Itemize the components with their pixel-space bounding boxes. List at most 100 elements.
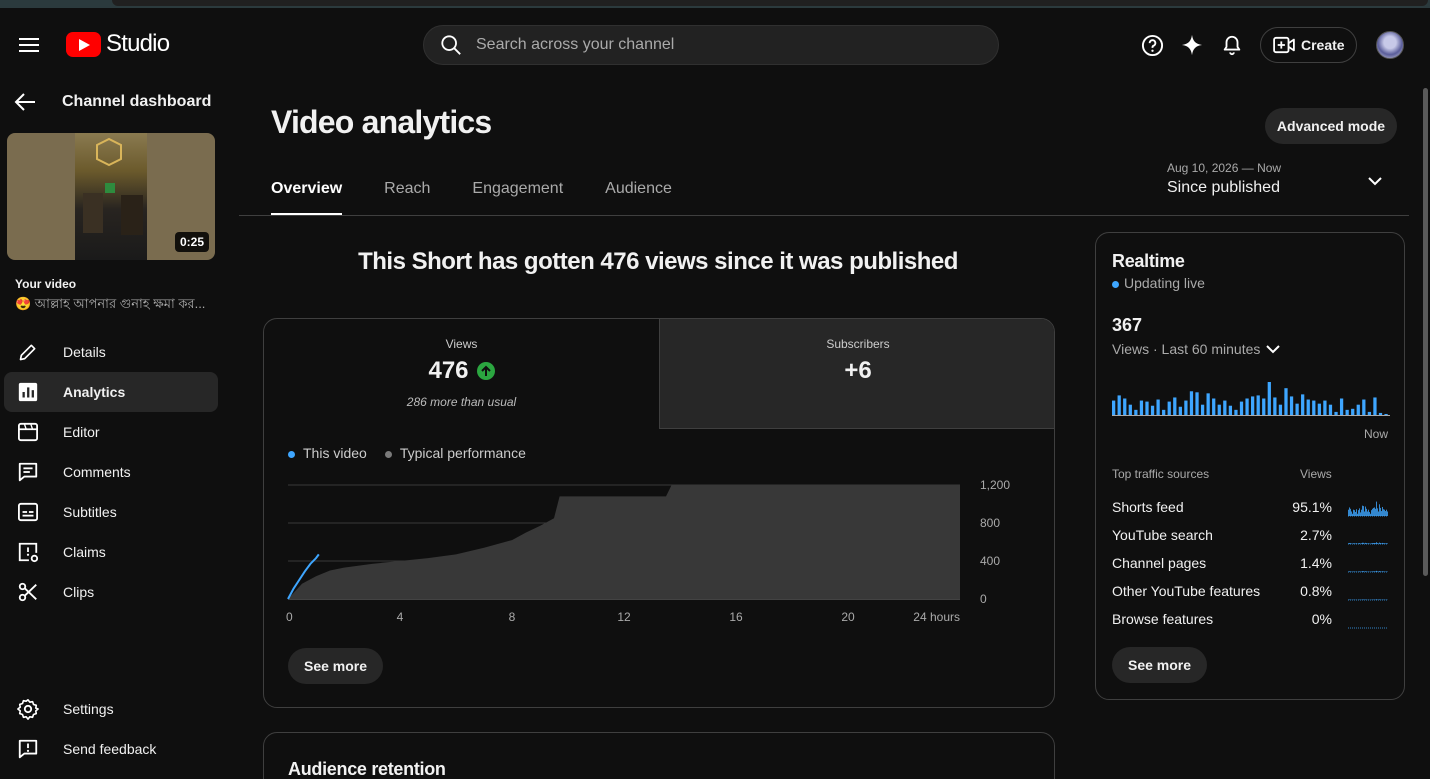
realtime-bar: [1134, 409, 1138, 415]
help-icon[interactable]: [1140, 33, 1164, 57]
sparkline-bar: [1385, 511, 1386, 516]
see-more-button[interactable]: See more: [288, 648, 384, 684]
realtime-bar: [1139, 400, 1144, 415]
sparkline-bar: [1369, 511, 1370, 516]
sparkle-icon[interactable]: [1180, 33, 1204, 57]
sparkline-bar: [1374, 507, 1375, 516]
traffic-source-name: YouTube search: [1112, 527, 1213, 543]
sparkline-bar: [1363, 542, 1364, 544]
sidebar-item-comments[interactable]: Comments: [4, 452, 218, 492]
subscribers-metric[interactable]: Subscribers +6: [659, 319, 1054, 429]
traffic-source-row[interactable]: Channel pages 1.4%: [1112, 551, 1388, 579]
realtime-bar: [1312, 400, 1316, 415]
views-comparison-note: 286 more than usual: [406, 395, 517, 409]
sidebar-item-settings[interactable]: Settings: [4, 689, 218, 729]
legend-typical: Typical performance: [384, 445, 526, 461]
search-icon[interactable]: [440, 34, 462, 56]
realtime-bar: [1156, 399, 1160, 415]
sparkline-bar: [1356, 509, 1357, 516]
sidebar-item-subtitles[interactable]: Subtitles: [4, 492, 218, 532]
avatar[interactable]: [1376, 31, 1404, 59]
y-tick-label: 0: [980, 592, 987, 606]
sparkline-bar: [1353, 509, 1354, 516]
sidebar-item-label: Clips: [63, 584, 95, 600]
traffic-sparkline: [1348, 627, 1388, 629]
scrollbar[interactable]: [1421, 80, 1430, 779]
sidebar-item-clips[interactable]: Clips: [4, 572, 218, 612]
views-headline: This Short has gotten 476 views since it…: [358, 248, 958, 275]
tab-audience[interactable]: Audience: [605, 180, 672, 215]
sparkline-bar: [1385, 543, 1386, 544]
realtime-bar: [1239, 401, 1244, 415]
realtime-bar: [1162, 409, 1166, 415]
realtime-period-selector[interactable]: Views · Last 60 minutes: [1112, 341, 1281, 357]
sparkline-bar: [1351, 511, 1352, 516]
sparkline-bar: [1359, 571, 1360, 572]
sparkline-bar: [1350, 508, 1351, 516]
tab-engagement[interactable]: Engagement: [472, 180, 563, 215]
sidebar-item-analytics[interactable]: Analytics: [4, 372, 218, 412]
hamburger-menu-icon[interactable]: [16, 32, 42, 58]
date-range-picker[interactable]: Aug 10, 2026 — Now Since published: [1167, 161, 1397, 197]
sparkline-bar: [1378, 543, 1379, 544]
sparkline-bar: [1373, 571, 1374, 572]
sparkline-bar: [1362, 542, 1363, 544]
sparkline-bar: [1372, 508, 1373, 516]
sparkline-bar: [1358, 510, 1359, 516]
chevron-down-icon: [1367, 173, 1383, 191]
top-bar: Studio Create: [0, 8, 1430, 80]
realtime-see-more-button[interactable]: See more: [1112, 647, 1208, 683]
sparkline-bar: [1365, 506, 1366, 516]
sidebar-item-label: Subtitles: [63, 504, 117, 520]
sidebar: Channel dashboard 0:25 Your video 😍 আল্ল…: [0, 80, 224, 779]
search-input[interactable]: [476, 36, 956, 54]
scrollbar-thumb[interactable]: [1423, 88, 1428, 576]
y-tick-label: 400: [980, 554, 1000, 568]
back-arrow-icon[interactable]: [14, 92, 36, 112]
arrow-up-circle-icon: [476, 362, 495, 380]
realtime-bar: [1367, 411, 1372, 415]
search-bar[interactable]: [423, 25, 999, 65]
sparkline-bar: [1370, 513, 1371, 516]
advanced-mode-button[interactable]: Advanced mode: [1265, 108, 1397, 144]
views-metric[interactable]: Views 476 286 more than usual: [264, 319, 659, 429]
sparkline-bar: [1364, 543, 1365, 544]
sparkline-bar: [1383, 571, 1384, 572]
sparkline-bar: [1365, 571, 1366, 572]
sparkline-bar: [1382, 507, 1383, 516]
realtime-bar: [1234, 409, 1238, 415]
tabs-divider: [239, 215, 1409, 216]
sparkline-bar: [1386, 571, 1387, 572]
traffic-source-row[interactable]: Other YouTube features 0.8%: [1112, 579, 1388, 607]
sparkline-bar: [1375, 543, 1376, 544]
sidebar-item-send-feedback[interactable]: Send feedback: [4, 729, 218, 769]
youtube-studio-logo[interactable]: Studio: [66, 30, 170, 58]
sparkline-bar: [1362, 571, 1363, 572]
sparkline-bar: [1349, 571, 1350, 572]
sparkline-bar: [1356, 543, 1357, 544]
sparkline-bar: [1368, 543, 1369, 544]
realtime-bar-chart: [1112, 382, 1390, 416]
sidebar-item-claims[interactable]: Claims: [4, 532, 218, 572]
sidebar-item-editor[interactable]: Editor: [4, 412, 218, 452]
sparkline-bar: [1353, 571, 1354, 572]
sidebar-item-label: Editor: [63, 424, 100, 440]
create-button[interactable]: Create: [1260, 27, 1357, 63]
traffic-source-row[interactable]: Shorts feed 95.1%: [1112, 495, 1388, 523]
traffic-source-row[interactable]: Browse features 0%: [1112, 607, 1388, 635]
realtime-bar: [1212, 398, 1216, 415]
tab-reach[interactable]: Reach: [384, 180, 430, 215]
video-thumbnail[interactable]: 0:25: [7, 133, 215, 260]
sidebar-item-label: Claims: [63, 544, 106, 560]
back-to-dashboard[interactable]: Channel dashboard: [14, 92, 211, 112]
sparkline-bar: [1348, 543, 1349, 544]
sparkline-bar: [1348, 571, 1349, 572]
notifications-bell-icon[interactable]: [1220, 33, 1244, 57]
sidebar-item-details[interactable]: Details: [4, 332, 218, 372]
realtime-bar: [1173, 397, 1177, 415]
sparkline-bar: [1378, 511, 1379, 516]
subtitles-icon: [16, 500, 40, 524]
realtime-bar: [1295, 403, 1299, 415]
tab-overview[interactable]: Overview: [271, 180, 343, 215]
traffic-source-row[interactable]: YouTube search 2.7%: [1112, 523, 1388, 551]
